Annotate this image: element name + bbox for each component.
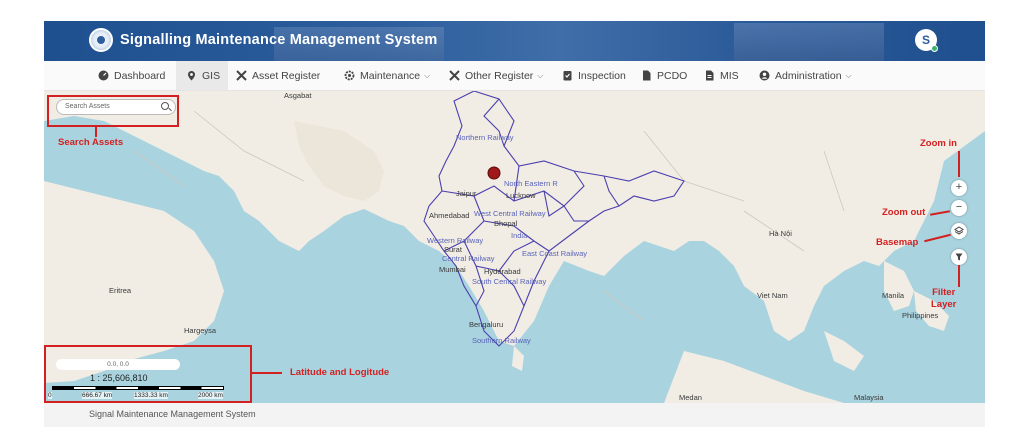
document-icon bbox=[641, 70, 652, 81]
annotation-box-search bbox=[47, 95, 179, 127]
zoom-out-button[interactable]: − bbox=[951, 200, 967, 216]
nav-label: Maintenance bbox=[360, 69, 421, 82]
map-label: Eritrea bbox=[109, 286, 132, 295]
annotation-lat-long: Latitude and Logitude bbox=[290, 367, 390, 378]
annotation-filter-layer: Filter Layer bbox=[931, 287, 957, 310]
map-label: Surat bbox=[444, 245, 462, 254]
nav-administration[interactable]: Administration ⌵ bbox=[759, 61, 852, 90]
nav-pcdo[interactable]: PCDO bbox=[641, 61, 687, 90]
map-label: Southern Railway bbox=[472, 336, 531, 345]
map-label: West Central Railway bbox=[474, 209, 546, 218]
annotation-line bbox=[95, 127, 97, 137]
chevron-down-icon: ⌵ bbox=[845, 70, 852, 80]
map-label: Hyderabad bbox=[484, 267, 521, 276]
map-label: Viet Nam bbox=[757, 291, 788, 300]
user-avatar[interactable]: S bbox=[915, 29, 938, 52]
map-label: Lucknow bbox=[506, 191, 536, 200]
nav-label: Other Register bbox=[465, 69, 534, 82]
report-icon bbox=[704, 70, 715, 81]
gis-map[interactable]: Asgabat Northern Railway North Eastern R… bbox=[44, 91, 985, 403]
annotation-zoom-in: Zoom in bbox=[920, 138, 957, 149]
map-label: Bhopal bbox=[494, 219, 518, 228]
map-label: Manila bbox=[882, 291, 905, 300]
nav-label: Administration bbox=[775, 69, 842, 82]
map-label: North Eastern R bbox=[504, 179, 558, 188]
nav-mis[interactable]: MIS bbox=[704, 61, 739, 90]
map-label: Mumbai bbox=[439, 265, 466, 274]
avatar-initial: S bbox=[921, 33, 930, 47]
annotation-line bbox=[252, 372, 282, 374]
main-nav: Dashboard GIS Asset Register Maintenance… bbox=[44, 61, 985, 91]
nav-maintenance[interactable]: Maintenance ⌵ bbox=[344, 61, 430, 90]
tools-icon bbox=[236, 70, 247, 81]
nav-label: Inspection bbox=[578, 69, 626, 82]
map-label: Hà Nội bbox=[769, 229, 792, 238]
clipboard-check-icon bbox=[562, 70, 573, 81]
nav-label: Asset Register bbox=[252, 69, 321, 82]
gear-icon bbox=[344, 70, 355, 81]
map-label: Jaipur bbox=[456, 189, 477, 198]
nav-other-register[interactable]: Other Register ⌵ bbox=[449, 61, 543, 90]
map-label: Ahmedabad bbox=[429, 211, 470, 220]
location-pin-icon bbox=[186, 70, 197, 81]
map-label: India bbox=[511, 231, 528, 240]
map-label: East Coast Railway bbox=[522, 249, 588, 258]
map-label: Philippines bbox=[902, 311, 939, 320]
nav-asset-register[interactable]: Asset Register bbox=[236, 61, 320, 90]
annotation-box-latlong bbox=[44, 345, 252, 403]
layers-icon bbox=[954, 226, 964, 235]
map-label: South Central Railway bbox=[472, 277, 547, 286]
nav-inspection[interactable]: Inspection bbox=[562, 61, 626, 90]
nav-label: MIS bbox=[720, 69, 739, 82]
filter-layer-button[interactable] bbox=[951, 249, 967, 265]
map-label: Bengaluru bbox=[469, 320, 504, 329]
app-title: Signalling Maintenance Management System bbox=[120, 32, 438, 48]
annotation-line bbox=[958, 151, 960, 177]
chevron-down-icon: ⌵ bbox=[537, 70, 544, 80]
app-frame: Signalling Maintenance Management System… bbox=[44, 21, 985, 427]
annotation-line bbox=[958, 265, 960, 287]
annotation-search-assets: Search Assets bbox=[58, 137, 124, 148]
chevron-down-icon: ⌵ bbox=[424, 70, 431, 80]
map-label: Central Railway bbox=[442, 254, 495, 263]
nav-dashboard[interactable]: Dashboard bbox=[98, 61, 165, 90]
header-banner-image-right bbox=[734, 23, 884, 61]
filter-icon bbox=[955, 253, 963, 261]
nav-label: Dashboard bbox=[114, 69, 166, 82]
annotation-zoom-out: Zoom out bbox=[882, 207, 926, 218]
nav-label: PCDO bbox=[657, 69, 688, 82]
location-marker-icon bbox=[487, 166, 501, 180]
online-status-icon bbox=[931, 45, 938, 52]
map-label: Malaysia bbox=[854, 393, 884, 402]
nav-label: GIS bbox=[202, 69, 221, 82]
app-header: Signalling Maintenance Management System… bbox=[44, 21, 985, 61]
app-footer: Signal Maintenance Management System bbox=[44, 403, 985, 427]
user-circle-icon bbox=[759, 70, 770, 81]
annotation-basemap: Basemap bbox=[876, 237, 919, 248]
map-label: Asgabat bbox=[284, 91, 312, 100]
map-label: Hargeysa bbox=[184, 326, 217, 335]
basemap-button[interactable] bbox=[951, 223, 967, 239]
tools-icon bbox=[449, 70, 460, 81]
map-label: Medan bbox=[679, 393, 702, 402]
railway-logo-icon bbox=[89, 28, 113, 52]
nav-gis[interactable]: GIS bbox=[176, 61, 228, 90]
map-label: Western Railway bbox=[427, 236, 484, 245]
footer-text: Signal Maintenance Management System bbox=[89, 409, 256, 419]
dashboard-icon bbox=[98, 70, 109, 81]
map-label: Northern Railway bbox=[456, 133, 514, 142]
zoom-in-button[interactable]: + bbox=[951, 180, 967, 196]
